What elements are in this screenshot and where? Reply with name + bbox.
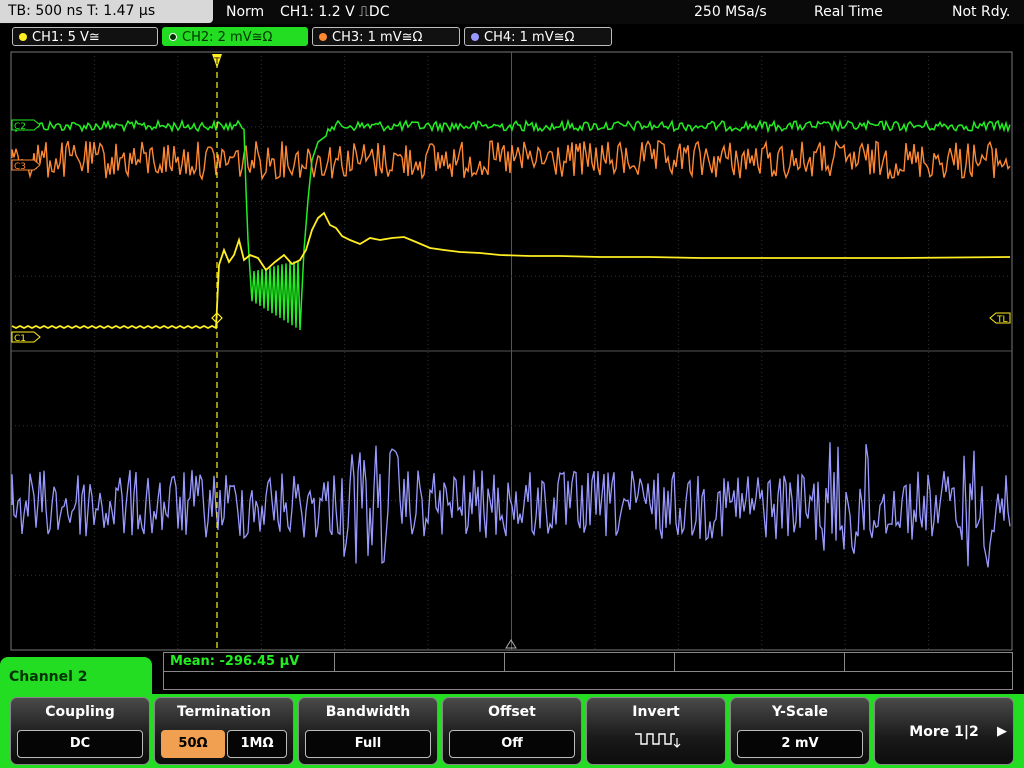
channel-1-label: CH1: 5 V≅ (32, 30, 100, 45)
mean-measurement: Mean: -296.45 µV (170, 654, 300, 669)
invert-label: Invert (632, 704, 680, 720)
offset-softkey[interactable]: Offset Off (442, 697, 582, 765)
trigger-level-text: TL (996, 315, 1008, 325)
channel-1-chip[interactable]: CH1: 5 V≅ (12, 27, 158, 46)
channel-3-marker-text: C3 (14, 162, 26, 172)
more-label: More 1|2 (909, 724, 979, 740)
channel-bar: CH1: 5 V≅ CH2: 2 mV≅Ω CH3: 1 mV≅Ω CH4: 1… (0, 27, 1024, 47)
trigger-arrow-glyph: T (213, 57, 220, 67)
y-scale-label: Y-Scale (771, 704, 828, 720)
measurement-cell-2 (334, 653, 505, 671)
coupling-label: Coupling (45, 704, 115, 720)
timebase-readout[interactable]: TB: 500 ns T: 1.47 µs (0, 0, 213, 23)
channel-3-dot (319, 33, 327, 41)
status-bar: TB: 500 ns T: 1.47 µs Norm CH1: 1.2 V ⎍D… (0, 0, 1024, 24)
channel-3-chip[interactable]: CH3: 1 mV≅Ω (312, 27, 460, 46)
waveform-display[interactable]: T C2 C3 C1 TL (0, 50, 1024, 652)
coupling-softkey[interactable]: Coupling DC (10, 697, 150, 765)
offset-label: Offset (488, 704, 536, 720)
channel-1-marker-text: C1 (14, 334, 26, 344)
invert-softkey[interactable]: Invert (586, 697, 726, 765)
channel-2-chip[interactable]: CH2: 2 mV≅Ω (162, 27, 308, 46)
channel-2-dot (169, 33, 177, 41)
channel-4-dot (471, 33, 479, 41)
offset-value[interactable]: Off (449, 730, 575, 758)
bandwidth-label: Bandwidth (325, 704, 411, 720)
measurement-cell-3 (504, 653, 675, 671)
trigger-status: Not Rdy. (952, 4, 1011, 20)
channel-4-label: CH4: 1 mV≅Ω (484, 30, 575, 45)
coupling-value[interactable]: DC (17, 730, 143, 758)
bandwidth-softkey[interactable]: Bandwidth Full (298, 697, 438, 765)
menu-title: Channel 2 (0, 657, 152, 697)
acquisition-mode: Real Time (814, 4, 883, 20)
y-scale-softkey[interactable]: Y-Scale 2 mV (730, 697, 870, 765)
measurement-divider (164, 671, 1012, 672)
termination-softkey[interactable]: Termination 50Ω 1MΩ (154, 697, 294, 765)
termination-label: Termination (177, 704, 271, 720)
trigger-readout[interactable]: CH1: 1.2 V ⎍DC (280, 0, 389, 24)
next-page-icon: ▶ (997, 724, 1007, 739)
sample-rate: 250 MSa/s (694, 4, 767, 20)
bandwidth-value[interactable]: Full (305, 730, 431, 758)
trigger-mode[interactable]: Norm (226, 0, 264, 24)
channel-2-marker-text: C2 (14, 122, 26, 132)
more-softkey[interactable]: More 1|2 ▶ (874, 697, 1014, 765)
y-scale-value[interactable]: 2 mV (737, 730, 863, 758)
termination-50-ohm[interactable]: 50Ω (161, 730, 225, 758)
measurement-cell-4 (674, 653, 845, 671)
termination-1-megohm[interactable]: 1MΩ (227, 730, 287, 758)
channel-1-dot (19, 33, 27, 41)
channel-3-label: CH3: 1 mV≅Ω (332, 30, 423, 45)
invert-waveform-icon (635, 733, 681, 748)
channel-4-chip[interactable]: CH4: 1 mV≅Ω (464, 27, 612, 46)
measurement-panel[interactable]: Mean: -296.45 µV (163, 652, 1013, 690)
channel-2-label: CH2: 2 mV≅Ω (182, 30, 273, 45)
